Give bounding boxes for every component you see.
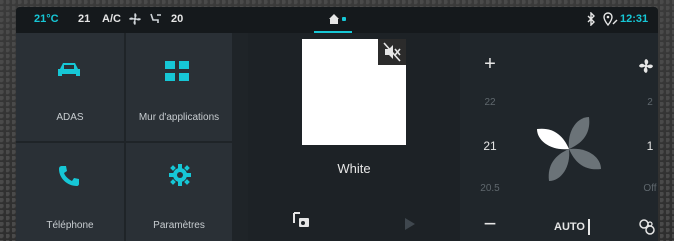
track-title: White [337, 161, 371, 176]
status-bar: 21°C 21 A/C 20 12:31 [16, 7, 658, 33]
temp-upper-value: 22 [484, 97, 496, 108]
fan-level: 20 [171, 13, 184, 25]
recirculation-icon[interactable] [638, 219, 656, 240]
radio-icon[interactable] [292, 211, 310, 234]
play-icon[interactable] [404, 217, 416, 236]
fan-off-value: Off [643, 183, 657, 194]
temp-increase-button[interactable]: + [470, 53, 510, 76]
tile-adas[interactable]: ADAS [16, 33, 124, 141]
fan-upper-value: 2 [647, 97, 653, 108]
tile-phone-label: Téléphone [46, 220, 94, 231]
tile-apps[interactable]: Mur d'applications [126, 33, 232, 141]
location-icon [602, 12, 618, 29]
outside-temperature: 21°C [34, 13, 59, 25]
tile-settings-label: Paramètres [153, 220, 205, 231]
auto-divider [588, 219, 590, 235]
car-icon [56, 61, 82, 82]
tile-settings[interactable]: Paramètres [126, 143, 232, 241]
tile-adas-label: ADAS [56, 112, 84, 123]
fan-status-icon [128, 12, 142, 29]
phone-icon [58, 165, 80, 190]
bluetooth-icon [586, 11, 596, 29]
auto-button[interactable]: AUTO [554, 221, 585, 233]
ac-label[interactable]: A/C [102, 13, 121, 25]
temp-setting[interactable]: 21 [78, 13, 90, 25]
media-panel: White [248, 33, 460, 241]
infotainment-screen: 21°C 21 A/C 20 12:31 ADAS Mur d'applicat… [16, 7, 658, 241]
mute-icon[interactable] [378, 39, 406, 65]
seat-airflow-icon [148, 12, 164, 29]
temp-lower-value: 20.5 [480, 183, 500, 194]
climate-panel: + 22 21 20.5 − 2 1 Off AUTO [460, 33, 658, 241]
tile-apps-label: Mur d'applications [138, 112, 220, 123]
temp-decrease-button[interactable]: − [470, 211, 510, 237]
fan-speed-graphic[interactable] [530, 109, 608, 194]
gear-icon [168, 163, 192, 190]
home-page-dot [342, 17, 346, 21]
apps-grid-icon [165, 61, 189, 84]
fan-icon[interactable] [638, 58, 654, 79]
tile-phone[interactable]: Téléphone [16, 143, 124, 241]
fan-current-value: 1 [646, 139, 654, 153]
home-icon[interactable] [328, 13, 340, 28]
clock: 12:31 [620, 13, 649, 25]
temp-current-value: 21 [483, 139, 497, 153]
